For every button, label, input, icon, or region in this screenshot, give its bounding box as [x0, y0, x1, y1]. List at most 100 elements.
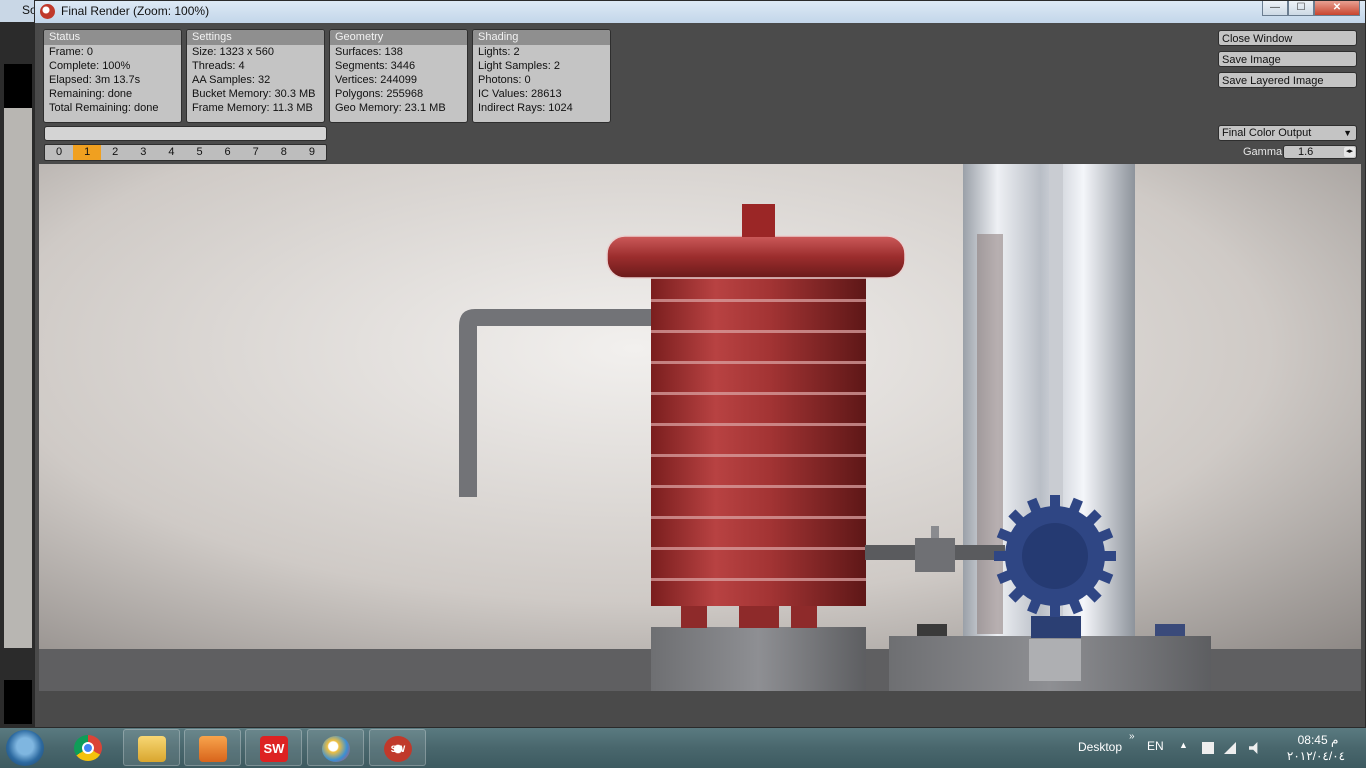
settings-threads: Threads: 4 — [192, 60, 245, 72]
render-info-area: Status Frame: 0 Complete: 100% Elapsed: … — [39, 25, 1361, 163]
solidworks-icon: SW — [260, 736, 288, 762]
output-select-value: Final Color Output — [1222, 127, 1312, 139]
window-titlebar[interactable]: Final Render (Zoom: 100%) — ☐ ✕ — [35, 1, 1365, 23]
red-cylinder — [651, 278, 866, 606]
geometry-memory: Geo Memory: 23.1 MB — [335, 102, 446, 114]
foot — [791, 604, 817, 628]
paint-icon — [322, 736, 350, 762]
taskbar: SW SW Desktop » EN ▲ 08:45 م ٢٠١٢/٠٤/٠٤ — [0, 728, 1366, 768]
frame-slot-3[interactable]: 3 — [129, 145, 157, 160]
clock-date[interactable]: ٢٠١٢/٠٤/٠٤ — [1280, 749, 1352, 763]
cylinder-rib — [651, 516, 866, 519]
cylinder-rib — [651, 454, 866, 457]
foot — [739, 604, 779, 628]
taskbar-solidworks[interactable]: SW — [245, 729, 302, 766]
window-bottom-area — [39, 691, 1361, 727]
panel-header: Settings — [187, 30, 324, 45]
frame-slot-1[interactable]: 1 — [73, 145, 102, 160]
background-app-panel — [4, 108, 32, 648]
render-viewport — [39, 164, 1361, 691]
settings-panel: Settings Size: 1323 x 560 Threads: 4 AA … — [186, 29, 325, 123]
geometry-polygons: Polygons: 255968 — [335, 88, 424, 100]
gear-tooth — [994, 551, 1008, 561]
shading-panel: Shading Lights: 2 Light Samples: 2 Photo… — [472, 29, 611, 123]
cylinder-rib — [651, 392, 866, 395]
chevron-down-icon: ▼ — [1343, 128, 1352, 138]
frame-slot-8[interactable]: 8 — [270, 145, 298, 160]
close-button[interactable]: ✕ — [1314, 1, 1360, 16]
cylinder-rib — [651, 578, 866, 581]
close-window-button[interactable]: Close Window — [1218, 30, 1357, 46]
cylinder-base — [651, 627, 866, 691]
base-block — [1029, 639, 1081, 681]
cylinder-rib — [651, 299, 866, 302]
window-title: Final Render (Zoom: 100%) — [61, 4, 210, 18]
taskbar-media-player[interactable] — [184, 729, 241, 766]
clock-time[interactable]: 08:45 م — [1286, 733, 1350, 747]
status-total-remaining: Total Remaining: done — [49, 102, 159, 114]
shaft-coupling — [915, 538, 955, 572]
frame-buffer-selector: 0 1 2 3 4 5 6 7 8 9 — [44, 144, 327, 161]
chrome-icon — [74, 735, 102, 761]
start-orb-icon[interactable] — [6, 730, 44, 766]
settings-size: Size: 1323 x 560 — [192, 46, 274, 58]
coupling-screw — [931, 526, 939, 538]
settings-aa-samples: AA Samples: 32 — [192, 74, 271, 86]
desktop-toolbar-label[interactable]: Desktop — [1078, 740, 1122, 754]
final-render-window: Final Render (Zoom: 100%) — ☐ ✕ Status F… — [34, 0, 1366, 728]
explorer-icon — [138, 736, 166, 762]
status-panel: Status Frame: 0 Complete: 100% Elapsed: … — [43, 29, 182, 123]
rendered-image — [39, 164, 1361, 691]
gear-mount — [1031, 616, 1081, 638]
frame-slot-6[interactable]: 6 — [214, 145, 242, 160]
frame-slot-2[interactable]: 2 — [101, 145, 129, 160]
frame-slot-5[interactable]: 5 — [185, 145, 213, 160]
fitting — [917, 624, 947, 636]
frame-slot-4[interactable]: 4 — [157, 145, 185, 160]
cylinder-rib — [651, 485, 866, 488]
volume-icon[interactable] — [1249, 742, 1258, 754]
spinner-arrows-icon[interactable]: ◂▸ — [1344, 147, 1355, 157]
render-progress-bar — [44, 126, 327, 141]
taskbar-explorer[interactable] — [123, 729, 180, 766]
frame-slot-7[interactable]: 7 — [242, 145, 270, 160]
render-app-icon — [40, 4, 55, 19]
background-app-panel — [4, 680, 32, 724]
network-signal-icon[interactable] — [1224, 742, 1236, 754]
gear-tooth — [1050, 603, 1060, 617]
gamma-input[interactable]: 1.6 ◂▸ — [1283, 145, 1357, 159]
shading-light-samples: Light Samples: 2 — [478, 60, 560, 72]
geometry-segments: Segments: 3446 — [335, 60, 416, 72]
panel-header: Geometry — [330, 30, 467, 45]
taskbar-chrome[interactable] — [60, 729, 117, 766]
frame-slot-9[interactable]: 9 — [298, 145, 326, 160]
gear-tooth — [1050, 495, 1060, 509]
foot — [681, 604, 707, 628]
show-hidden-icons-button[interactable]: ▲ — [1179, 740, 1188, 750]
geometry-vertices: Vertices: 244099 — [335, 74, 417, 86]
settings-bucket-memory: Bucket Memory: 30.3 MB — [192, 88, 316, 100]
language-indicator[interactable]: EN — [1147, 739, 1164, 753]
gear-hub — [1022, 523, 1088, 589]
taskbar-solidworks-render[interactable]: SW — [369, 729, 426, 766]
status-complete: Complete: 100% — [49, 60, 131, 72]
media-player-icon — [199, 736, 227, 762]
taskbar-paint[interactable] — [307, 729, 364, 766]
solidworks-render-icon: SW — [384, 736, 412, 762]
shading-ic-values: IC Values: 28613 — [478, 88, 562, 100]
save-layered-image-button[interactable]: Save Layered Image — [1218, 72, 1357, 88]
output-select[interactable]: Final Color Output ▼ — [1218, 125, 1357, 141]
cylinder-rib — [651, 423, 866, 426]
cylinder-cap — [606, 235, 906, 279]
settings-frame-memory: Frame Memory: 11.3 MB — [192, 102, 313, 114]
frame-slot-0[interactable]: 0 — [45, 145, 73, 160]
geometry-panel: Geometry Surfaces: 138 Segments: 3446 Ve… — [329, 29, 468, 123]
save-image-button[interactable]: Save Image — [1218, 51, 1357, 67]
toolbar-overflow-icon[interactable]: » — [1129, 731, 1135, 742]
cylinder-rib — [651, 547, 866, 550]
fitting — [1155, 624, 1185, 636]
maximize-button[interactable]: ☐ — [1288, 1, 1314, 16]
minimize-button[interactable]: — — [1262, 1, 1288, 16]
action-center-icon[interactable] — [1202, 742, 1214, 754]
background-app-panel — [4, 64, 32, 108]
